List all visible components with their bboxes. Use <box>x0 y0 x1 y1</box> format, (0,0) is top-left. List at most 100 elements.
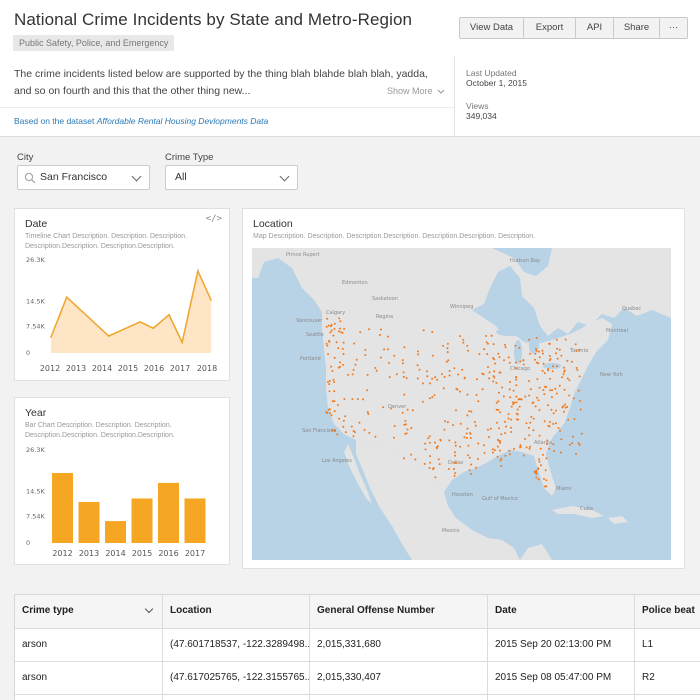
incident-dot <box>537 362 540 365</box>
divider <box>454 56 455 136</box>
incident-dot <box>498 356 501 359</box>
area-fill <box>51 270 211 353</box>
incident-dot <box>497 400 500 403</box>
incident-dot <box>525 422 528 425</box>
incident-dot <box>436 378 439 381</box>
incident-dot <box>453 468 455 471</box>
column-header-police-beat[interactable]: Police beat <box>635 595 700 628</box>
api-button[interactable]: API <box>576 18 614 38</box>
data-point <box>152 327 155 330</box>
category-badge[interactable]: Public Safety, Police, and Emergency <box>13 35 175 51</box>
incident-dot <box>512 403 515 406</box>
bar[interactable] <box>52 472 73 543</box>
incident-dot <box>466 414 469 417</box>
city-select[interactable]: San Francisco <box>17 165 150 190</box>
incident-dot <box>446 342 449 345</box>
x-tick-label: 2014 <box>92 364 112 373</box>
bar[interactable] <box>158 482 179 543</box>
search-icon <box>24 172 36 184</box>
incident-dot <box>477 400 480 403</box>
location-map[interactable]: Prince Rupert Winnipeg Calgary Edmonton Regi… <box>252 248 671 560</box>
incident-dot <box>545 485 548 488</box>
show-more-link[interactable]: Show More <box>387 86 445 96</box>
incident-dot <box>575 452 578 455</box>
crime-type-select[interactable]: All <box>165 165 298 190</box>
incident-dot <box>465 432 468 435</box>
incident-dot <box>555 352 557 355</box>
incident-dot <box>566 359 569 362</box>
incident-dot <box>512 401 515 404</box>
incident-dot <box>332 378 335 381</box>
incident-dot <box>401 359 404 362</box>
bar[interactable] <box>184 498 206 543</box>
incident-dot <box>548 355 551 357</box>
map-place-label: Winnipeg <box>450 304 473 310</box>
data-point <box>181 341 183 344</box>
incident-dot <box>555 338 558 341</box>
column-header-offense-number[interactable]: General Offense Number <box>310 595 488 628</box>
more-options-button[interactable]: ··· <box>660 18 687 38</box>
incident-dot <box>575 367 578 369</box>
incident-dot <box>515 401 518 404</box>
chevron-down-icon[interactable] <box>144 604 154 614</box>
incident-dot <box>417 350 419 353</box>
incident-dot <box>515 412 518 415</box>
incident-dot <box>570 360 573 363</box>
incident-dot <box>374 367 377 369</box>
incident-dot <box>505 425 507 428</box>
table-row[interactable]: arson (47.601718537, -122.3289498... 2,0… <box>15 628 700 661</box>
incident-dot <box>519 445 522 448</box>
incident-dot <box>499 371 502 374</box>
incident-dot <box>438 463 441 466</box>
incident-dot <box>507 417 510 420</box>
incident-dot <box>333 429 336 432</box>
incident-dot <box>497 438 499 441</box>
incident-dot <box>545 457 548 460</box>
y-tick-label: 14.5K <box>26 298 45 306</box>
x-tick-label: 2016 <box>144 364 164 373</box>
map-canvas[interactable]: Prince Rupert Winnipeg Calgary Edmonton Regi… <box>252 248 671 560</box>
timeline-chart[interactable]: 26.3K 14.5K 7.54K 0 2012 2013 2014 2015 2016 2017… <box>15 209 231 382</box>
incident-dot <box>433 394 436 397</box>
incident-dot <box>496 445 499 448</box>
incident-dot <box>330 323 333 326</box>
incident-dot <box>510 418 513 421</box>
column-header-date[interactable]: Date <box>488 595 635 628</box>
incident-dot <box>528 434 531 437</box>
incident-dot <box>560 354 563 357</box>
column-header-crime-type[interactable]: Crime type <box>15 595 163 628</box>
incident-dot <box>538 409 541 412</box>
incident-dot <box>543 372 546 375</box>
bar[interactable] <box>78 501 100 543</box>
incident-dot <box>452 424 455 427</box>
bar-chart[interactable]: 26.3K 14.5K 7.54K 0 2012 2013 2014 2015 2016 2017 <box>15 398 231 566</box>
table-row[interactable]: arson (47.617025765, -122.3155765... 2,0… <box>15 661 700 694</box>
incident-dot <box>380 328 382 331</box>
incident-dot <box>534 472 537 475</box>
share-button[interactable]: Share <box>614 18 660 38</box>
incident-dot <box>495 381 498 384</box>
incident-dot <box>564 338 567 341</box>
incident-dot <box>414 458 417 461</box>
map-place-label: Calgary <box>326 310 345 316</box>
incident-dot <box>461 368 464 371</box>
bar[interactable] <box>105 521 126 543</box>
view-data-button[interactable]: View Data <box>460 18 524 38</box>
incident-dot <box>326 344 329 347</box>
table-row[interactable] <box>15 694 700 700</box>
dataset-link[interactable]: Based on the dataset Affordable Rental H… <box>14 116 268 126</box>
bar[interactable] <box>131 498 153 543</box>
incident-dot <box>546 443 549 446</box>
incident-dot <box>492 380 495 383</box>
export-button[interactable]: Export <box>524 18 576 38</box>
incident-dot <box>422 382 424 385</box>
header-panel: National Crime Incidents by State and Me… <box>0 0 700 137</box>
incident-dot <box>544 469 547 472</box>
incident-dot <box>454 472 457 475</box>
table-cell: (47.601718537, -122.3289498... <box>163 629 310 661</box>
incident-dot <box>359 331 362 334</box>
y-tick-label: 7.54K <box>26 322 45 330</box>
incident-dot <box>410 453 412 456</box>
column-header-location[interactable]: Location <box>163 595 310 628</box>
incident-dot <box>366 411 369 414</box>
